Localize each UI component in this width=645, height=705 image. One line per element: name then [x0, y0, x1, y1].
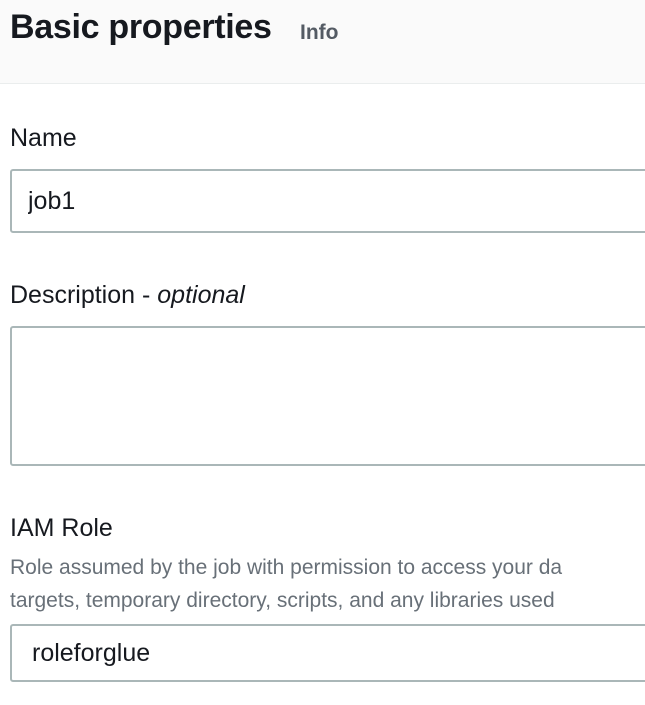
optional-label: optional: [157, 281, 245, 309]
iam-role-help-line-1: Role assumed by the job with permission …: [10, 556, 563, 579]
info-link[interactable]: Info: [300, 21, 338, 45]
section-header: Basic properties Info: [0, 0, 645, 84]
description-label: Description - optional: [10, 281, 245, 310]
description-label-text: Description -: [10, 281, 158, 309]
name-label: Name: [10, 124, 77, 152]
iam-role-select[interactable]: roleforglue: [10, 624, 645, 682]
iam-role-label: IAM Role: [10, 514, 113, 542]
iam-role-help-line-2: targets, temporary directory, scripts, a…: [10, 589, 555, 612]
description-textarea[interactable]: [10, 326, 645, 466]
basic-properties-panel: Basic properties Info Name Description -…: [0, 0, 645, 705]
section-title: Basic properties: [10, 8, 272, 46]
iam-role-selected-value: roleforglue: [32, 639, 151, 667]
name-input[interactable]: [10, 169, 645, 233]
